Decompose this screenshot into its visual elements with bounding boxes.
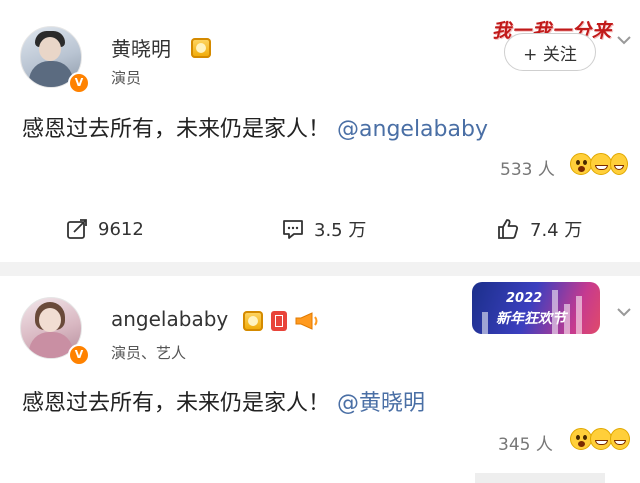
wink-emoji-icon [610, 153, 628, 175]
avatar-face [39, 308, 61, 332]
mention-link[interactable]: @黄晓明 [337, 391, 425, 416]
comment-button[interactable]: 3.5 万 [282, 209, 366, 249]
emoji-mouth [578, 441, 585, 447]
post-text: 感恩过去所有，未来仍是家人！ [22, 117, 331, 142]
emoji-grin [614, 165, 624, 170]
emoji-eye [583, 160, 587, 165]
thumbs-up-icon [498, 219, 519, 239]
laughing-emoji-icon [610, 428, 630, 450]
red-tag-icon [271, 311, 287, 331]
chevron-down-icon[interactable] [616, 306, 632, 318]
post-text: 感恩过去所有，未来仍是家人！ [22, 391, 331, 416]
follow-button[interactable]: + 关注 [504, 33, 596, 71]
skyline-tower [576, 296, 582, 334]
emoji-grin [595, 165, 608, 170]
verified-badge-icon: V [68, 72, 90, 94]
repost-icon [67, 219, 87, 239]
emoji-mouth [578, 166, 585, 172]
repost-button[interactable]: 9612 [66, 209, 144, 249]
badge-text: 新年狂欢节 [496, 311, 566, 327]
laughing-emoji-icon [590, 428, 612, 450]
mention-link[interactable]: @angelababy [337, 117, 488, 142]
next-post-edge [475, 473, 605, 483]
like-count: 7.4 万 [530, 220, 583, 241]
comment-count: 3.5 万 [314, 220, 367, 241]
verified-label: 演员 [111, 69, 142, 87]
avatar-body [29, 61, 73, 87]
chevron-down-icon[interactable] [616, 34, 632, 46]
reaction-count[interactable]: 533 人 [500, 155, 555, 180]
user-name[interactable]: 黄晓明 [111, 33, 171, 62]
weibo-post-huangxiaoming: V 黄晓明 演员 我一我一分来 + 关注 感恩过去所有，未来仍是家人！ @ang… [0, 0, 640, 262]
badge-year: 2022 [506, 291, 543, 306]
emoji-eye [583, 435, 587, 440]
verified-label: 演员、艺人 [111, 344, 187, 362]
post-content: 感恩过去所有，未来仍是家人！ @angelababy [22, 111, 488, 143]
avatar-body [29, 332, 73, 358]
emoji-eye [576, 435, 580, 440]
post-content: 感恩过去所有，未来仍是家人！ @黄晓明 [22, 385, 425, 417]
emoji-grin [614, 440, 626, 445]
reaction-count[interactable]: 345 人 [498, 430, 553, 455]
member-crown-icon [191, 38, 211, 58]
like-button[interactable]: 7.4 万 [496, 209, 582, 249]
feed-divider [0, 262, 640, 276]
megaphone-icon [295, 312, 318, 330]
follow-button-label: + 关注 [523, 44, 577, 65]
laughing-emoji-icon [590, 153, 612, 175]
emoji-eye [576, 160, 580, 165]
skyline-tower [482, 312, 488, 334]
post-action-bar: 9612 3.5 万 7.4 万 [0, 209, 640, 249]
surprised-emoji-icon [570, 153, 592, 175]
member-crown-icon [243, 311, 263, 331]
surprised-emoji-icon [570, 428, 592, 450]
repost-count: 9612 [98, 218, 144, 240]
emoji-grin [595, 440, 608, 445]
event-badge-2022: 2022 新年狂欢节 [472, 282, 600, 334]
avatar-face [39, 37, 61, 61]
user-name[interactable]: angelababy [111, 307, 228, 331]
comment-icon [283, 220, 303, 239]
verified-badge-icon: V [68, 344, 90, 366]
